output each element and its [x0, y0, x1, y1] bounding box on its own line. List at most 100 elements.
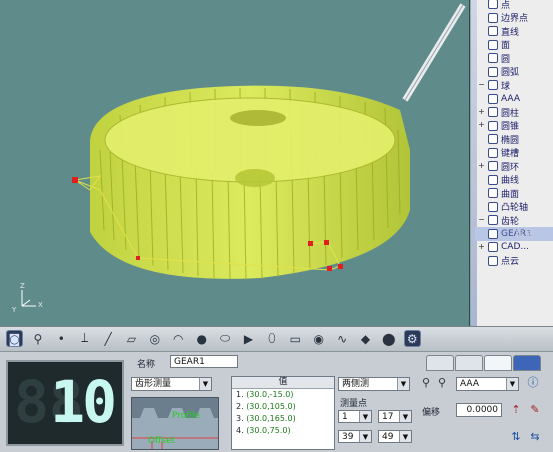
- tree-item[interactable]: 面: [475, 38, 553, 52]
- apply-icon[interactable]: ⇅: [508, 430, 524, 444]
- tree-toggle-icon: [477, 135, 486, 144]
- sphere-icon[interactable]: ●: [193, 330, 210, 347]
- tree-item-label: 齿轮: [501, 216, 520, 227]
- feature-icon: [488, 242, 498, 252]
- tree-item[interactable]: 凸轮轴: [475, 200, 553, 214]
- tree-toggle-icon: [477, 256, 486, 265]
- gear-profile-preview: Profile Offset: [131, 397, 219, 450]
- torus-icon[interactable]: ◉: [310, 330, 327, 347]
- tree-item[interactable]: 曲面: [475, 186, 553, 200]
- axis-label-z: Z: [20, 282, 25, 290]
- reference-select[interactable]: AAA ▼: [456, 377, 519, 391]
- tree-item[interactable]: + CAD...: [475, 240, 553, 254]
- tree-item[interactable]: 椭圆: [475, 132, 553, 146]
- axis-label-x: X: [38, 301, 43, 309]
- measure-type-select[interactable]: 齿形测量 ▼: [131, 377, 212, 391]
- 3d-viewport[interactable]: Z X Y: [0, 0, 470, 326]
- tab-probe[interactable]: [426, 355, 454, 371]
- tree-item[interactable]: 点云: [475, 254, 553, 268]
- tree-item[interactable]: 圆: [475, 51, 553, 65]
- feature-icon: [488, 53, 498, 63]
- counter-value: 10: [50, 368, 117, 436]
- row-index: 4.: [236, 426, 244, 435]
- gear-icon[interactable]: ⚙: [403, 330, 421, 347]
- tree-item[interactable]: 边界点: [475, 11, 553, 25]
- tree-toggle-icon: [477, 229, 486, 238]
- tree-toggle-icon[interactable]: +: [477, 107, 486, 117]
- table-row[interactable]: 2. (30.0,105.0): [232, 401, 334, 413]
- cylinder-icon[interactable]: ⬭: [217, 330, 234, 347]
- row-value: (30.0,75.0): [246, 426, 291, 435]
- tree-item[interactable]: AAA: [475, 92, 553, 106]
- tree-toggle-icon: [477, 67, 486, 76]
- key-probe-icon[interactable]: ⚲: [29, 330, 46, 347]
- name-input[interactable]: GEAR1: [170, 355, 238, 368]
- tree-toggle-icon[interactable]: −: [477, 215, 486, 225]
- tree-item[interactable]: 圆弧: [475, 65, 553, 79]
- tree-toggle-icon[interactable]: +: [477, 242, 486, 252]
- feature-icon: [488, 215, 498, 225]
- tab-report[interactable]: [513, 355, 541, 371]
- chevron-down-icon: ▼: [359, 411, 371, 422]
- pick-icon[interactable]: ⇡: [508, 403, 524, 417]
- edge-point-icon[interactable]: ⟘: [76, 330, 93, 347]
- circle-icon[interactable]: ◎: [146, 330, 163, 347]
- tree-item-label: 椭圆: [501, 135, 520, 146]
- tree-toggle-icon[interactable]: −: [477, 80, 486, 90]
- tree-item[interactable]: + 圆环: [475, 159, 553, 173]
- probe-select-icon[interactable]: ⚲: [418, 376, 434, 390]
- feature-tree[interactable]: 点边界点 直线面圆圆弧 − 球 AAA + 圆柱 + 圆锥 椭圆 键槽 + 圆环 曲线 曲面 凸轮轴 − 齿轮 GE…: [470, 0, 553, 326]
- tree-item[interactable]: GEAR1 有录: [475, 226, 553, 241]
- tree-item[interactable]: 键槽: [475, 146, 553, 160]
- row-value: (30.0,105.0): [246, 402, 296, 411]
- tree-item[interactable]: + 圆锥: [475, 119, 553, 133]
- tree-item[interactable]: − 球: [475, 78, 553, 92]
- table-row[interactable]: 4. (30.0,75.0): [232, 425, 334, 437]
- feature-icon: [488, 120, 498, 131]
- execute-icon[interactable]: ⇆: [527, 430, 543, 444]
- tree-item[interactable]: 曲线: [475, 173, 553, 187]
- tab-settings[interactable]: [484, 355, 512, 371]
- side-select[interactable]: 两侧测 ▼: [338, 377, 410, 391]
- edit-icon[interactable]: ✎: [527, 403, 543, 417]
- tree-toggle-icon[interactable]: +: [477, 161, 486, 171]
- plane-icon[interactable]: ▱: [123, 330, 140, 347]
- chevron-down-icon: ▼: [399, 431, 411, 442]
- slot-icon[interactable]: ▭: [287, 330, 304, 347]
- points-label: 测量点: [340, 399, 368, 409]
- tree-item[interactable]: 直线: [475, 24, 553, 38]
- offset-input[interactable]: 0.0000: [456, 403, 502, 417]
- curve-icon[interactable]: ∿: [334, 330, 351, 347]
- tree-item[interactable]: − 齿轮: [475, 213, 553, 227]
- table-row[interactable]: 1. (30.0,-15.0): [232, 389, 334, 401]
- chevron-down-icon: ▼: [199, 378, 211, 390]
- tree-toggle-icon: [477, 27, 486, 36]
- tree-toggle-icon[interactable]: +: [477, 121, 486, 130]
- points-start-select[interactable]: 1 ▼: [338, 410, 372, 423]
- probe-icon[interactable]: ◙: [6, 330, 23, 347]
- ellipse-icon[interactable]: ⬯: [263, 330, 280, 347]
- tree-item-label: 曲线: [501, 176, 520, 186]
- tree-item-label: 面: [501, 41, 511, 51]
- tree-item-label: 圆柱: [501, 108, 520, 119]
- line-icon[interactable]: ╱: [100, 330, 117, 347]
- tree-item[interactable]: 点: [475, 0, 553, 11]
- points-start-select-2[interactable]: 39 ▼: [338, 430, 372, 443]
- cone-icon[interactable]: ▶: [240, 330, 257, 347]
- cam-icon[interactable]: ⬤: [380, 330, 397, 347]
- row-index: 3.: [236, 414, 244, 423]
- point-icon[interactable]: •: [53, 330, 70, 347]
- probe-select-icon-2[interactable]: ⚲: [434, 376, 450, 390]
- info-icon[interactable]: ⓘ: [525, 376, 541, 390]
- points-end-select[interactable]: 17 ▼: [378, 410, 412, 423]
- tree-item[interactable]: + 圆柱: [475, 105, 553, 119]
- arc-icon[interactable]: ◠: [170, 330, 187, 347]
- row-value: (30.0,165.0): [246, 414, 296, 423]
- values-table[interactable]: 值 1. (30.0,-15.0) 2. (30.0,105.0) 3. (30.0…: [231, 376, 335, 450]
- tab-graph[interactable]: [455, 355, 483, 371]
- feature-icon: [488, 0, 498, 9]
- tree-item-label: 球: [501, 81, 511, 92]
- points-end-select-2[interactable]: 49 ▼: [378, 430, 412, 443]
- table-row[interactable]: 3. (30.0,165.0): [232, 413, 334, 425]
- surface-icon[interactable]: ◆: [357, 330, 374, 347]
